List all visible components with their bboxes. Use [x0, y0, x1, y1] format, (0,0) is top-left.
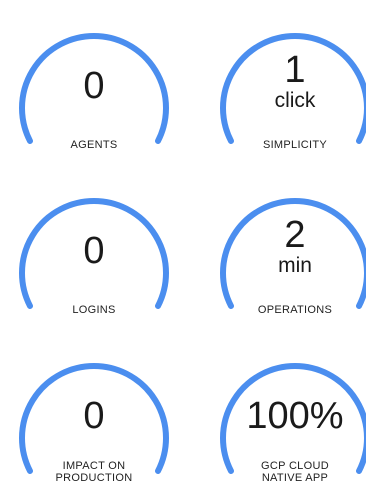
stat-value: 2: [284, 214, 306, 256]
stat-label-line-1: GCP CLOUD: [261, 460, 329, 472]
stat-label-line-1: IMPACT ON: [62, 460, 126, 472]
stats-grid: 0 AGENTS 1 click SIMPLICITY 0 LOGINS 2 m…: [0, 0, 366, 485]
stat-value: 100%: [246, 395, 344, 437]
stat-gauge-gcp-cloud-native-app: 100% GCP CLOUD NATIVE APP: [209, 342, 366, 502]
stat-value: 0: [83, 395, 105, 437]
stat-gauge-impact-on-production: 0 IMPACT ON PRODUCTION: [8, 342, 180, 502]
stat-gauge-agents: 0 AGENTS: [8, 12, 180, 172]
stat-gauge-logins: 0 LOGINS: [8, 177, 180, 337]
stat-label: OPERATIONS: [257, 304, 333, 316]
stat-value: 0: [83, 230, 105, 272]
stat-value: 0: [83, 65, 105, 107]
stat-unit: click: [274, 89, 316, 112]
stat-label-line-2: NATIVE APP: [261, 472, 329, 484]
stat-gauge-operations: 2 min OPERATIONS: [209, 177, 366, 337]
stat-gauge-simplicity: 1 click SIMPLICITY: [209, 12, 366, 172]
stat-label: LOGINS: [72, 304, 116, 316]
stat-label-line-2: PRODUCTION: [55, 472, 133, 484]
stat-value: 1: [284, 49, 306, 91]
stat-label: SIMPLICITY: [262, 139, 328, 151]
stat-unit: min: [278, 254, 312, 277]
stat-label: AGENTS: [70, 139, 118, 151]
